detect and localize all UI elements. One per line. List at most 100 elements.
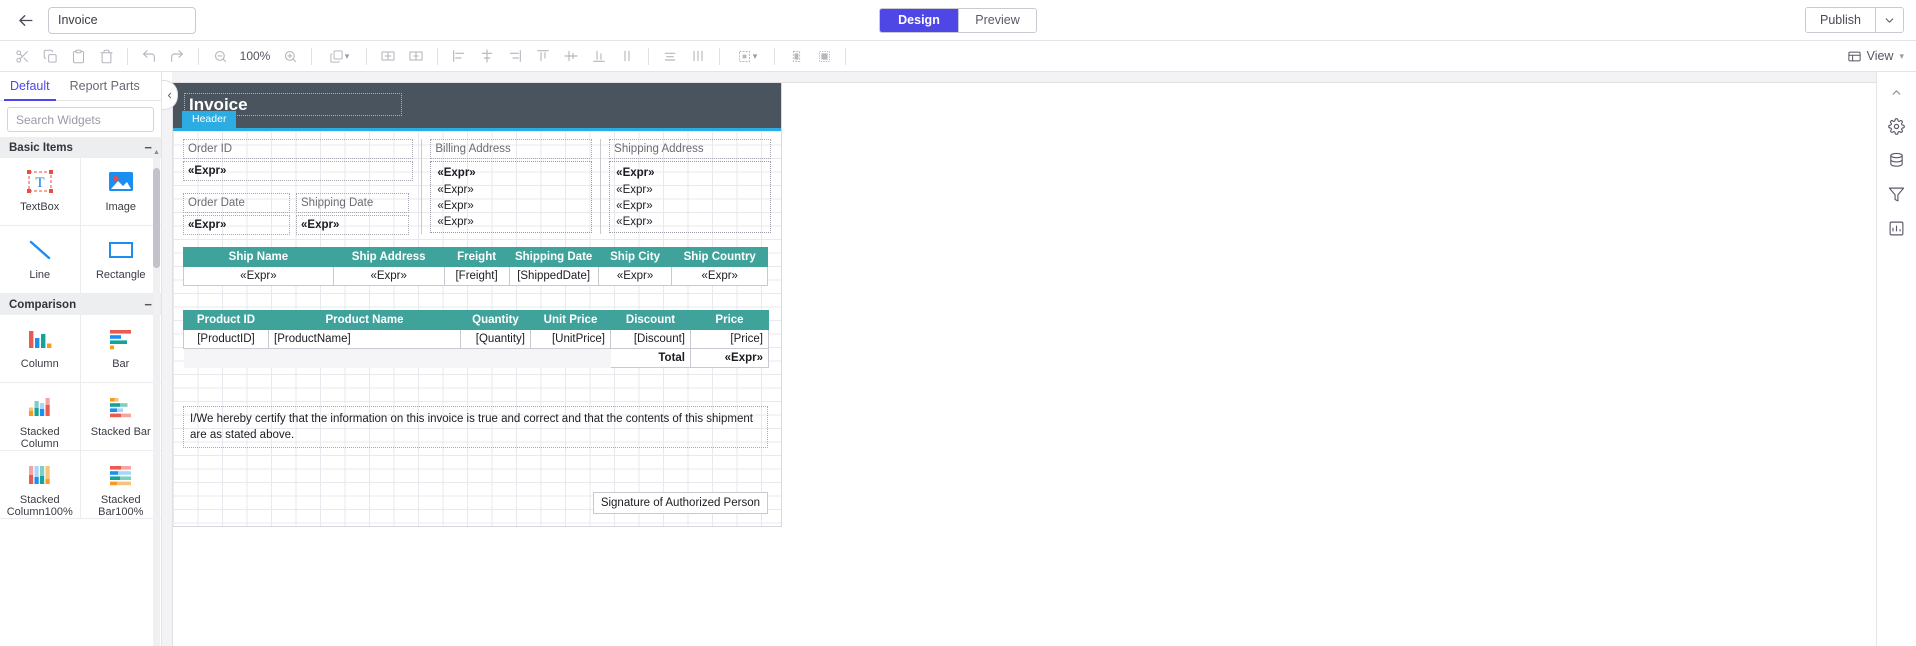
shipping-date-value[interactable]: «Expr» [296, 215, 409, 235]
report-settings-button[interactable] [1883, 112, 1911, 140]
align-middle-icon[interactable] [557, 45, 585, 68]
distribute-vertical-icon[interactable] [613, 45, 641, 68]
ship-cell-ship-name[interactable]: «Expr» [183, 266, 334, 286]
ship-col-shipping-date[interactable]: Shipping Date [508, 247, 599, 267]
delete-icon[interactable] [92, 45, 120, 68]
billing-address-group[interactable]: Billing Address «Expr» «Expr» «Expr» «Ex… [430, 139, 593, 233]
tab-design[interactable]: Design [880, 8, 958, 32]
order-date-label[interactable]: Order Date [183, 193, 290, 213]
product-col-quantity[interactable]: Quantity [460, 310, 531, 330]
billing-address-label[interactable]: Billing Address [430, 139, 593, 159]
chart-properties-button[interactable] [1883, 214, 1911, 242]
billing-line-3[interactable]: «Expr» [433, 198, 589, 214]
copy-icon[interactable] [36, 45, 64, 68]
publish-dropdown-button[interactable] [1875, 8, 1903, 32]
ship-col-freight[interactable]: Freight [443, 247, 510, 267]
widget-rectangle[interactable]: Rectangle [80, 226, 161, 294]
report-page[interactable]: Invoice Header Order ID «Expr» Order Dat… [173, 83, 781, 526]
widget-image[interactable]: Image [80, 158, 161, 226]
shipping-line-4[interactable]: «Expr» [612, 214, 768, 230]
widget-column-chart[interactable]: Column [0, 315, 81, 383]
product-col-product-id[interactable]: Product ID [183, 310, 269, 330]
product-col-discount[interactable]: Discount [610, 310, 691, 330]
collapse-icon[interactable]: − [144, 141, 152, 154]
widget-stacked-bar-chart[interactable]: Stacked Bar [80, 383, 161, 451]
distribute-columns-icon[interactable] [684, 45, 712, 68]
product-details-table[interactable]: Product ID Product Name Quantity Unit Pr… [183, 310, 769, 368]
widget-stacked-column-100-chart[interactable]: Stacked Column100% [0, 451, 81, 519]
shipping-address-box[interactable]: «Expr» «Expr» «Expr» «Expr» [609, 161, 771, 233]
band-label-header[interactable]: Header [182, 111, 237, 128]
size-icon[interactable]: ▾ [727, 45, 767, 68]
shipping-line-1[interactable]: «Expr» [612, 164, 768, 182]
shipping-address-group[interactable]: Shipping Address «Expr» «Expr» «Expr» «E… [609, 139, 771, 233]
signature-textbox[interactable]: Signature of Authorized Person [592, 492, 768, 514]
same-size-icon[interactable] [810, 45, 838, 68]
ship-cell-ship-country[interactable]: «Expr» [671, 266, 768, 286]
ship-cell-ship-city[interactable]: «Expr» [597, 266, 673, 286]
collapse-icon[interactable]: − [144, 298, 152, 311]
widget-textbox[interactable]: T TextBox [0, 158, 81, 226]
order-id-value[interactable]: «Expr» [183, 161, 414, 181]
filter-button[interactable] [1883, 180, 1911, 208]
widget-stacked-column-chart[interactable]: Stacked Column [0, 383, 81, 451]
product-cell-price[interactable]: [Price] [690, 329, 769, 349]
shipping-line-3[interactable]: «Expr» [612, 198, 768, 214]
widget-line[interactable]: Line [0, 226, 81, 294]
scroll-up-icon[interactable]: ▲ [153, 149, 160, 156]
same-width-icon[interactable] [782, 45, 810, 68]
merge-cells-vertical-icon[interactable] [402, 45, 430, 68]
report-name-input[interactable] [48, 6, 196, 34]
report-header-band[interactable]: Invoice Header [173, 83, 781, 131]
widgets-scrollbar[interactable]: ▲ [153, 149, 160, 646]
billing-line-4[interactable]: «Expr» [433, 214, 589, 230]
zoom-in-icon[interactable] [276, 45, 304, 68]
tab-default[interactable]: Default [0, 72, 60, 101]
group-basic-items[interactable]: Basic Items − [0, 137, 161, 158]
report-scroll-area[interactable]: Invoice Header Order ID «Expr» Order Dat… [173, 83, 1876, 646]
ship-col-ship-name[interactable]: Ship Name [183, 247, 334, 267]
billing-line-1[interactable]: «Expr» [433, 164, 589, 182]
data-source-button[interactable] [1883, 146, 1911, 174]
product-cell-unit-price[interactable]: [UnitPrice] [530, 329, 611, 349]
ship-cell-freight[interactable]: [Freight] [443, 266, 510, 286]
shipping-line-2[interactable]: «Expr» [612, 182, 768, 198]
total-label[interactable]: Total [610, 348, 691, 368]
product-cell-discount[interactable]: [Discount] [610, 329, 691, 349]
align-right-icon[interactable] [501, 45, 529, 68]
ship-cell-ship-address[interactable]: «Expr» [332, 266, 445, 286]
shipping-date-label[interactable]: Shipping Date [296, 193, 409, 213]
search-widgets-input[interactable] [8, 112, 175, 127]
ship-col-ship-address[interactable]: Ship Address [332, 247, 445, 267]
product-col-unit-price[interactable]: Unit Price [530, 310, 611, 330]
align-bottom-icon[interactable] [585, 45, 613, 68]
merge-cells-horizontal-icon[interactable] [374, 45, 402, 68]
ship-col-ship-country[interactable]: Ship Country [671, 247, 768, 267]
total-value[interactable]: «Expr» [690, 348, 769, 368]
zoom-out-icon[interactable] [206, 45, 234, 68]
order-date-value[interactable]: «Expr» [183, 215, 290, 235]
undo-icon[interactable] [135, 45, 163, 68]
tab-report-parts[interactable]: Report Parts [60, 72, 150, 100]
distribute-horizontal-icon[interactable] [656, 45, 684, 68]
product-cell-product-id[interactable]: [ProductID] [183, 329, 269, 349]
redo-icon[interactable] [163, 45, 191, 68]
group-comparison[interactable]: Comparison − [0, 294, 161, 315]
ship-cell-shipping-date[interactable]: [ShippedDate] [508, 266, 599, 286]
view-menu-button[interactable]: View ▾ [1847, 49, 1904, 64]
back-button[interactable] [8, 3, 42, 37]
shipping-address-label[interactable]: Shipping Address [609, 139, 771, 159]
tab-preview[interactable]: Preview [958, 8, 1036, 32]
order-id-label[interactable]: Order ID [183, 139, 414, 159]
product-col-price[interactable]: Price [690, 310, 769, 330]
table-row[interactable]: [ProductID] [ProductName] [Quantity] [Un… [183, 329, 769, 349]
ship-col-ship-city[interactable]: Ship City [597, 247, 673, 267]
widget-stacked-bar-100-chart[interactable]: Stacked Bar100% [80, 451, 161, 519]
paste-icon[interactable] [64, 45, 92, 68]
product-table-total-row[interactable]: Total «Expr» [183, 348, 769, 368]
certification-textbox[interactable]: I/We hereby certify that the information… [183, 406, 768, 448]
ship-details-table[interactable]: Ship Name Ship Address Freight Shipping … [183, 247, 768, 286]
align-top-icon[interactable] [529, 45, 557, 68]
cut-icon[interactable] [8, 45, 36, 68]
publish-button[interactable]: Publish [1806, 8, 1875, 32]
